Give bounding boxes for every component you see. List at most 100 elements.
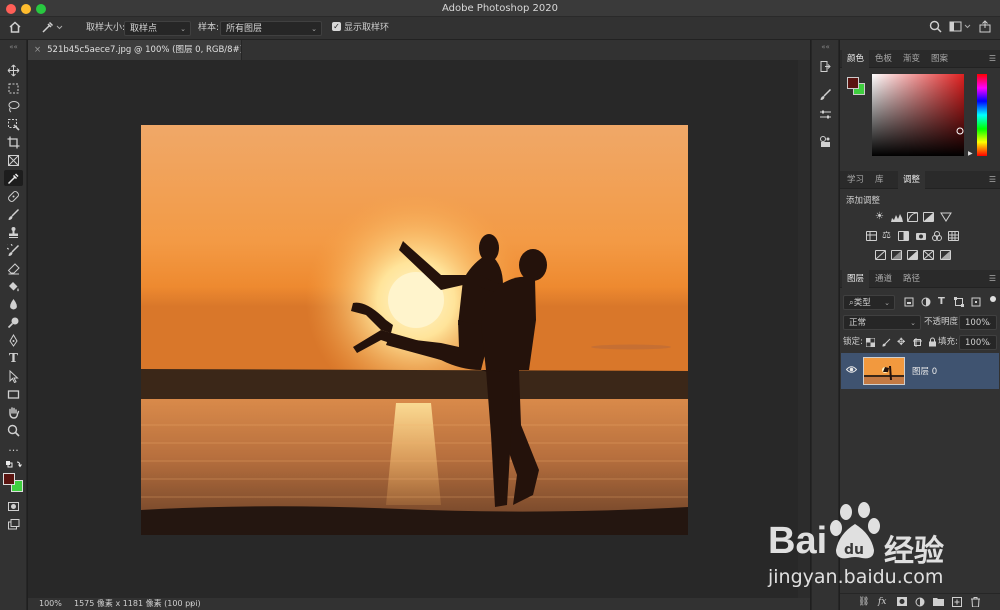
blend-mode-select[interactable]: 正常 ⌄	[843, 315, 921, 330]
search-icon[interactable]	[929, 20, 942, 35]
filter-toggle-icon[interactable]	[990, 296, 996, 302]
color-lookup-icon[interactable]	[948, 231, 959, 241]
quick-mask-icon[interactable]	[4, 498, 23, 514]
eyedropper-tool-icon[interactable]	[4, 170, 23, 186]
curves-icon[interactable]	[907, 212, 918, 222]
properties-panel-icon[interactable]	[816, 106, 835, 122]
document-image[interactable]	[141, 125, 688, 535]
healing-brush-tool-icon[interactable]	[4, 188, 23, 204]
screen-mode-icon[interactable]	[4, 516, 23, 532]
zoom-level[interactable]: 100%	[39, 598, 62, 610]
brush-tool-icon[interactable]	[4, 206, 23, 222]
swap-colors-icon[interactable]	[4, 460, 23, 470]
brightness-contrast-icon[interactable]: ☀	[875, 212, 886, 222]
levels-icon[interactable]	[891, 212, 903, 222]
fill-input[interactable]: 100% ⌄	[959, 335, 997, 350]
eye-icon[interactable]	[845, 365, 858, 377]
panel-menu-icon[interactable]: ☰	[989, 274, 996, 283]
eyedropper-tool-preset-icon[interactable]	[40, 20, 64, 35]
shape-layer-filter-icon[interactable]	[954, 297, 964, 310]
tab-learn[interactable]: 学习	[842, 171, 869, 189]
color-field[interactable]	[872, 74, 964, 156]
panel-menu-icon[interactable]: ☰	[989, 54, 996, 63]
color-balance-icon[interactable]: ⚖	[882, 231, 893, 241]
rectangle-tool-icon[interactable]	[4, 386, 23, 402]
pixel-layer-filter-icon[interactable]	[904, 297, 914, 310]
more-tools-icon[interactable]: ···	[4, 442, 23, 458]
tab-color[interactable]: 颜色	[842, 50, 870, 68]
color-swatches[interactable]	[3, 472, 25, 494]
panel-menu-icon[interactable]: ☰	[989, 175, 996, 184]
lock-transparent-icon[interactable]	[865, 337, 876, 350]
clone-stamp-tool-icon[interactable]	[4, 224, 23, 240]
tab-gradients[interactable]: 渐变	[898, 50, 925, 68]
type-tool-icon[interactable]: T	[4, 350, 23, 366]
eraser-tool-icon[interactable]	[4, 260, 23, 276]
brush-settings-icon[interactable]	[816, 86, 835, 102]
black-white-icon[interactable]	[898, 231, 909, 241]
tab-patterns[interactable]: 图案	[926, 50, 953, 68]
lock-artboard-icon[interactable]	[913, 338, 922, 350]
close-icon[interactable]: ×	[34, 45, 41, 55]
tab-swatches[interactable]: 色板	[870, 50, 897, 68]
tab-channels[interactable]: 通道	[870, 270, 897, 288]
marquee-tool-icon[interactable]	[4, 80, 23, 96]
hue-saturation-icon[interactable]	[866, 231, 877, 241]
exposure-icon[interactable]	[923, 212, 934, 222]
gradient-map-icon[interactable]	[940, 250, 951, 260]
tab-libraries[interactable]: 库	[870, 171, 889, 189]
show-sampling-ring-checkbox[interactable]: ✓ 显示取样环	[332, 21, 389, 36]
panel-foreground-swatch[interactable]	[847, 77, 859, 89]
lock-all-icon[interactable]	[928, 337, 937, 350]
panel-expand-icon[interactable]: ««	[816, 43, 835, 51]
channel-mixer-icon[interactable]	[931, 231, 942, 241]
workspace-icon[interactable]	[949, 20, 973, 35]
status-menu-arrow-icon[interactable]: ›	[190, 598, 193, 610]
glyphs-panel-icon[interactable]	[816, 133, 835, 149]
lasso-tool-icon[interactable]	[4, 98, 23, 114]
type-layer-filter-icon[interactable]: T	[938, 296, 945, 307]
paint-bucket-tool-icon[interactable]	[4, 278, 23, 294]
toolbar-collapse-icon[interactable]: ««	[4, 43, 23, 51]
canvas-area[interactable]	[28, 60, 798, 598]
crop-tool-icon[interactable]	[4, 134, 23, 150]
smart-object-filter-icon[interactable]	[971, 297, 981, 310]
home-icon[interactable]	[8, 20, 22, 35]
vibrance-icon[interactable]	[940, 212, 952, 222]
pen-tool-icon[interactable]	[4, 332, 23, 348]
document-tab[interactable]: × 521b45c5aece7.jpg @ 100% (图层 0, RGB/8#)…	[28, 40, 242, 60]
frame-tool-icon[interactable]	[4, 152, 23, 168]
history-brush-tool-icon[interactable]	[4, 242, 23, 258]
share-icon[interactable]	[978, 20, 992, 35]
chevron-down-icon: ⌄	[884, 299, 890, 307]
blur-tool-icon[interactable]	[4, 296, 23, 312]
lock-position-icon[interactable]: ✥	[897, 337, 905, 348]
tab-adjustments[interactable]: 调整	[898, 171, 926, 189]
move-tool-icon[interactable]	[4, 62, 23, 78]
lock-image-icon[interactable]	[882, 338, 891, 350]
photo-filter-icon[interactable]	[915, 231, 926, 241]
object-selection-tool-icon[interactable]	[4, 116, 23, 132]
zoom-tool-icon[interactable]	[4, 422, 23, 438]
path-selection-tool-icon[interactable]	[4, 368, 23, 384]
hue-slider[interactable]	[977, 74, 987, 156]
history-panel-icon[interactable]	[816, 58, 835, 74]
invert-icon[interactable]	[875, 250, 886, 260]
threshold-icon[interactable]	[907, 250, 918, 260]
hand-tool-icon[interactable]	[4, 404, 23, 420]
hue-slider-handle-icon[interactable]: ▶	[968, 150, 973, 157]
posterize-icon[interactable]	[891, 250, 902, 260]
tab-paths[interactable]: 路径	[898, 270, 925, 288]
layer-name[interactable]: 图层 0	[912, 365, 937, 377]
sample-select[interactable]: 所有图层 ⌄	[220, 21, 322, 36]
layer-filter-select[interactable]: ⌕类型 ⌄	[843, 295, 895, 310]
opacity-input[interactable]: 100% ⌄	[959, 315, 997, 330]
sample-size-select[interactable]: 取样点 ⌄	[124, 21, 191, 36]
layer-row[interactable]: 图层 0	[841, 353, 999, 389]
foreground-color-swatch[interactable]	[3, 473, 15, 485]
tab-layers[interactable]: 图层	[842, 270, 870, 288]
color-panel-swatches[interactable]	[847, 77, 867, 97]
dodge-tool-icon[interactable]	[4, 314, 23, 330]
adjustment-layer-filter-icon[interactable]	[921, 297, 931, 310]
selective-color-icon[interactable]	[923, 250, 934, 260]
